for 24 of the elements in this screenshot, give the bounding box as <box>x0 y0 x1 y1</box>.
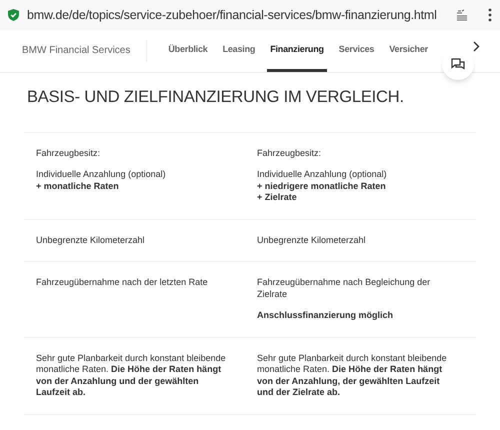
comparison-text: Individuelle Anzahlung (optional) + monatliche Raten <box>36 169 167 192</box>
more-icon[interactable] <box>488 8 492 22</box>
comparison-text: Fahrzeugbesitz: <box>36 148 102 160</box>
nav-tab[interactable]: Services <box>336 30 378 72</box>
page-heading: BASIS- UND ZIELFINANZIERUNG IM VERGLEICH. <box>26 87 405 108</box>
comparison-text: Individuelle Anzahlung (optional) + niedrigere monatliche Raten + Zielrate <box>257 169 388 204</box>
comparison-text: Unbegrenzte Kilometerzahl <box>257 234 367 246</box>
brand-label[interactable]: BMW Financial Services <box>0 40 148 62</box>
nav-tab[interactable]: Versicher <box>386 30 431 72</box>
nav-tab[interactable]: Überblick <box>165 30 211 72</box>
comparison-text: Sehr gute Planbarkeit durch konstant bleibende monatliche Raten. Die Höhe der Raten hängt von der Anzahlung und der gewählten Laufzeit ab. <box>36 352 227 399</box>
comparison-text: Unbegrenzte Kilometerzahl <box>36 234 146 246</box>
reader-mode-icon[interactable] <box>456 9 468 21</box>
comparison-text: Anschlussfinanzierung möglich <box>257 310 394 322</box>
comparison-text: Sehr gute Planbarkeit durch konstant bleibende monatliche Raten. Die Höhe der Raten hängt von der Anzahlung, der gewählten Laufzeit und der Zielrate ab. <box>257 352 448 399</box>
comparison-text: Fahrzeugübernahme nach der letzten Rate <box>36 277 209 289</box>
nav-tab[interactable]: Finanzierung <box>267 30 327 72</box>
chevron-right-icon[interactable] <box>473 40 480 52</box>
url-text[interactable]: bmw.de/de/topics/service-zubehoer/financial-services/bmw-finanzierung.html <box>27 6 437 24</box>
comparison-text: Fahrzeugbesitz: <box>257 148 322 160</box>
shield-icon <box>8 9 19 21</box>
comparison-text: Fahrzeugübernahme nach Begleichung der Zielrate <box>257 277 432 300</box>
nav-tab[interactable]: Leasing <box>220 30 258 72</box>
chat-icon <box>451 58 465 70</box>
